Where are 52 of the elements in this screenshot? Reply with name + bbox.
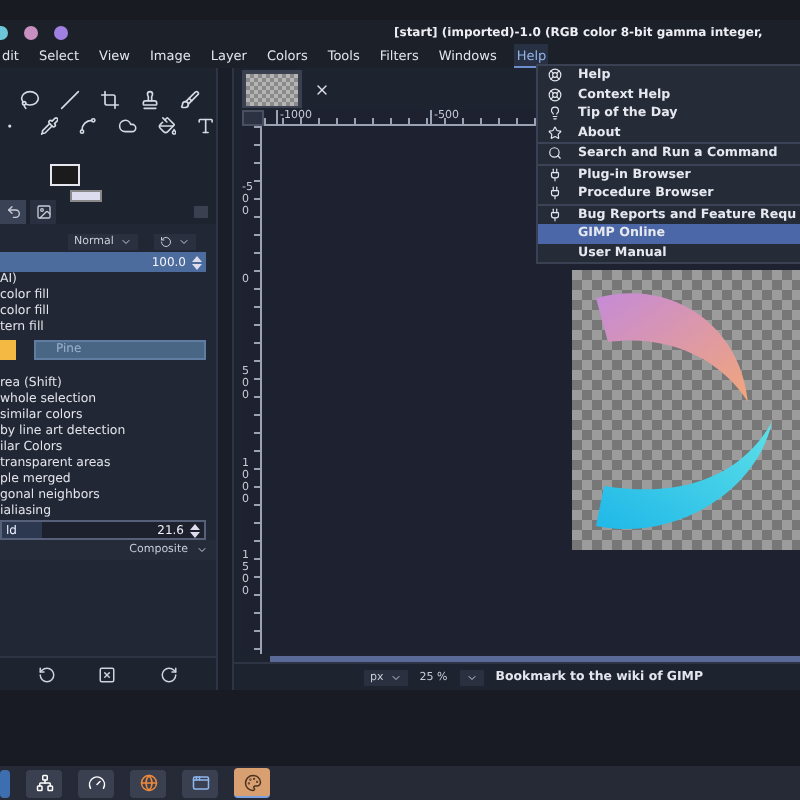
reset-dropdown[interactable] — [153, 233, 196, 249]
menu-item-icon — [548, 207, 562, 222]
pattern-swatch[interactable] — [0, 339, 16, 359]
menu-item-icon — [548, 87, 562, 102]
window-icon — [191, 774, 209, 792]
globe-icon — [139, 774, 157, 792]
image-thumbnail[interactable] — [242, 70, 302, 108]
pipette-icon[interactable] — [39, 116, 59, 136]
horizontal-scrollbar[interactable] — [270, 656, 800, 662]
background-color-swatch[interactable] — [70, 190, 102, 202]
dock-tab[interactable] — [0, 200, 26, 224]
taskbar-button[interactable] — [130, 769, 166, 797]
caret-icon — [196, 544, 208, 556]
undo-arrow-icon — [5, 204, 21, 220]
caret-icon — [465, 671, 478, 683]
taskbar-button[interactable] — [26, 769, 62, 797]
lasso-icon[interactable] — [20, 90, 40, 110]
caret-icon — [177, 235, 190, 247]
gauge-icon — [87, 774, 105, 792]
spline-icon[interactable] — [78, 116, 99, 136]
taskbar-button[interactable] — [182, 769, 218, 797]
menu-item-icon — [548, 125, 562, 140]
close-icon[interactable] — [98, 665, 117, 683]
dock-tab[interactable] — [30, 200, 56, 224]
spin-arrows-icon[interactable] — [190, 523, 200, 537]
zoom-dropdown[interactable] — [459, 669, 484, 685]
stamp-icon[interactable] — [140, 90, 160, 110]
thumbnail-checkerboard — [246, 73, 298, 105]
taskbar-button[interactable] — [78, 769, 114, 797]
window-control-dot[interactable] — [54, 25, 68, 39]
caret-icon — [389, 671, 402, 683]
menu-item-icon — [548, 186, 562, 201]
line-icon[interactable] — [60, 90, 80, 110]
foreground-color-swatch[interactable] — [50, 164, 80, 186]
undo-icon[interactable] — [37, 665, 56, 683]
text-icon[interactable] — [196, 116, 217, 136]
crop-icon[interactable] — [100, 90, 120, 110]
menu-item-icon — [548, 146, 562, 161]
palette-icon — [243, 773, 261, 791]
caret-icon — [119, 235, 132, 247]
redo-icon[interactable] — [160, 665, 179, 683]
menu-item-icon — [548, 106, 562, 121]
cloud-icon[interactable] — [118, 116, 138, 136]
brush-icon[interactable] — [180, 90, 200, 110]
close-icon[interactable] — [314, 81, 330, 97]
network-icon — [35, 774, 53, 792]
menu-item-icon — [548, 68, 562, 83]
bucket-icon[interactable] — [157, 116, 177, 136]
rotate-arrow-icon — [159, 235, 172, 247]
window-control-dot[interactable] — [24, 25, 38, 39]
picture-icon — [35, 204, 51, 220]
menu-item-icon — [548, 167, 562, 182]
